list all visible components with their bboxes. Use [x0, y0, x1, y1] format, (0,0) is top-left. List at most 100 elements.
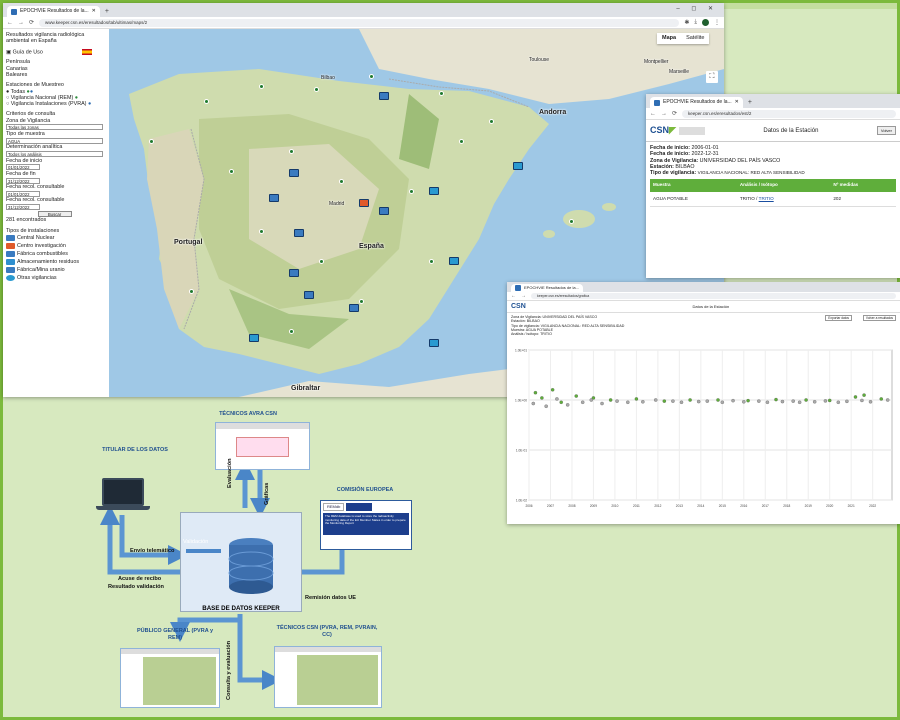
forward-icon[interactable]: → [18, 20, 24, 26]
spain-flag-icon[interactable] [82, 48, 93, 55]
page-title: Datos de la Estación [763, 127, 819, 134]
close-tab-icon[interactable]: ✕ [735, 97, 739, 108]
station-marker[interactable] [459, 139, 464, 144]
data-point [853, 395, 858, 399]
graficas-label: Gráficas [264, 482, 270, 505]
facility-icon[interactable] [429, 339, 439, 347]
menu-icon[interactable]: ⋮ [714, 19, 720, 26]
tab-map[interactable]: Mapa [657, 33, 681, 44]
reload-icon[interactable]: ⟳ [29, 19, 34, 26]
sample-select[interactable]: AGUA [6, 137, 103, 144]
back-icon[interactable]: ← [7, 20, 13, 26]
map-label-andorra: Andorra [539, 109, 567, 116]
station-marker[interactable] [319, 259, 324, 264]
end-date-input[interactable]: 31/12/2022 [6, 177, 40, 184]
station-marker[interactable] [429, 259, 434, 264]
station-marker[interactable] [189, 289, 194, 294]
facility-icon[interactable] [289, 169, 299, 177]
start-date-input[interactable]: 01/01/2022 [6, 164, 40, 171]
legend-item: Otras vigilancias [6, 274, 103, 282]
facility-icon[interactable] [294, 229, 304, 237]
map-label-bilbao: Bilbao [321, 75, 335, 81]
browser-tab[interactable]: EPOCHVIE Resultados de la... ✕ [650, 97, 743, 108]
station-marker[interactable] [569, 219, 574, 224]
book-icon: ▣ [6, 49, 12, 56]
facility-icon[interactable] [379, 207, 389, 215]
data-point [746, 398, 750, 403]
station-marker[interactable] [369, 74, 374, 79]
station-marker[interactable] [439, 91, 444, 96]
forward-icon[interactable]: → [521, 293, 526, 299]
facility-icon[interactable] [429, 187, 439, 195]
station-marker[interactable] [149, 139, 154, 144]
guide-link[interactable]: ▣ Guía de Uso [6, 48, 103, 56]
address-bar[interactable]: keeper.csn.es/eresultados/est/2 [682, 109, 896, 118]
station-marker[interactable] [259, 84, 264, 89]
station-marker[interactable] [314, 87, 319, 92]
new-tab-icon[interactable]: + [748, 97, 752, 108]
forward-icon[interactable]: → [661, 111, 667, 117]
back-icon[interactable]: ← [511, 293, 516, 299]
facility-icon[interactable] [379, 92, 389, 100]
station-marker[interactable] [289, 149, 294, 154]
research-center-marker[interactable] [359, 199, 369, 207]
back-button[interactable]: Volver [876, 126, 896, 135]
facility-icon[interactable] [449, 257, 459, 265]
nuclear-plant-icon [6, 234, 15, 241]
x-tick-label: 2017 [762, 504, 769, 508]
close-tab-icon[interactable]: ✕ [92, 6, 96, 17]
facility-icon[interactable] [289, 269, 299, 277]
validacion-label: Validación [183, 539, 209, 545]
station-marker[interactable] [229, 169, 234, 174]
data-point [823, 399, 828, 403]
station-marker[interactable] [489, 119, 494, 124]
facility-icon[interactable] [269, 194, 279, 202]
new-tab-icon[interactable]: + [105, 6, 109, 17]
address-bar[interactable]: keeper.csn.es/eresultados/grafica [531, 293, 896, 299]
region-baleares[interactable]: Baleares [6, 72, 103, 78]
extensions-icon[interactable]: ✱ [684, 19, 689, 26]
facility-icon[interactable] [349, 304, 359, 312]
determination-select[interactable]: Todos los análisis [6, 151, 103, 158]
facility-icon[interactable] [304, 291, 314, 299]
col-medidas: Nº medidas [830, 179, 896, 192]
evaluacion-label: Evaluación [227, 458, 233, 488]
favicon-icon [515, 285, 521, 291]
station-option-pvra[interactable]: ○ Vigilancia Instalaciones (PVRA) ● [6, 101, 103, 107]
station-marker[interactable] [259, 229, 264, 234]
window-controls[interactable]: – ◻ ✕ [676, 5, 718, 12]
browser-tab[interactable]: EPOCHVIE Resultados de la... ✕ [7, 6, 100, 17]
browser-tab[interactable]: EPOCHVIE Resultados de la... [511, 284, 583, 292]
workflow-diagram: TITULAR DE LOS DATOS TÉCNICOS AVRA CSN C… [60, 400, 420, 720]
station-marker[interactable] [359, 299, 364, 304]
tritio-link[interactable]: TRITIO [759, 196, 774, 201]
station-marker[interactable] [409, 189, 414, 194]
legend-item: Centro investigación [6, 242, 103, 250]
legend-item: Almacenamiento residuos [6, 258, 103, 266]
fullscreen-icon[interactable]: ⛶ [706, 71, 718, 83]
data-point [797, 400, 802, 405]
back-results-button[interactable]: Volver a resultados [862, 315, 896, 322]
x-tick-label: 2009 [590, 504, 597, 508]
station-marker[interactable] [289, 329, 294, 334]
tab-satellite[interactable]: Satélite [681, 33, 709, 44]
consult-date2-input[interactable]: 31/12/2022 [6, 204, 40, 211]
reload-icon[interactable]: ⟳ [672, 110, 677, 117]
map-type-toggle[interactable]: Mapa Satélite [657, 33, 710, 44]
csn-logo: CSN◤ [650, 125, 676, 135]
station-marker[interactable] [204, 99, 209, 104]
sidebar: Resultados vigilancia radiológica ambien… [3, 29, 106, 397]
export-button[interactable]: Exportar datos [825, 315, 852, 322]
data-point [862, 393, 866, 397]
zone-select[interactable]: Todas las zonas [6, 124, 103, 131]
back-icon[interactable]: ← [650, 111, 656, 117]
station-marker[interactable] [339, 179, 344, 184]
data-point [544, 404, 548, 408]
facility-icon[interactable] [249, 334, 259, 342]
profile-icon[interactable] [702, 19, 709, 26]
database-cylinder-icon [186, 538, 274, 594]
address-bar[interactable]: www.keeper.csn.es/eresultados/tab/ultima… [39, 18, 680, 27]
download-icon[interactable]: ⤓ [694, 19, 697, 26]
consult-date-input[interactable]: 01/01/2022 [6, 190, 40, 197]
facility-icon[interactable] [513, 162, 523, 170]
